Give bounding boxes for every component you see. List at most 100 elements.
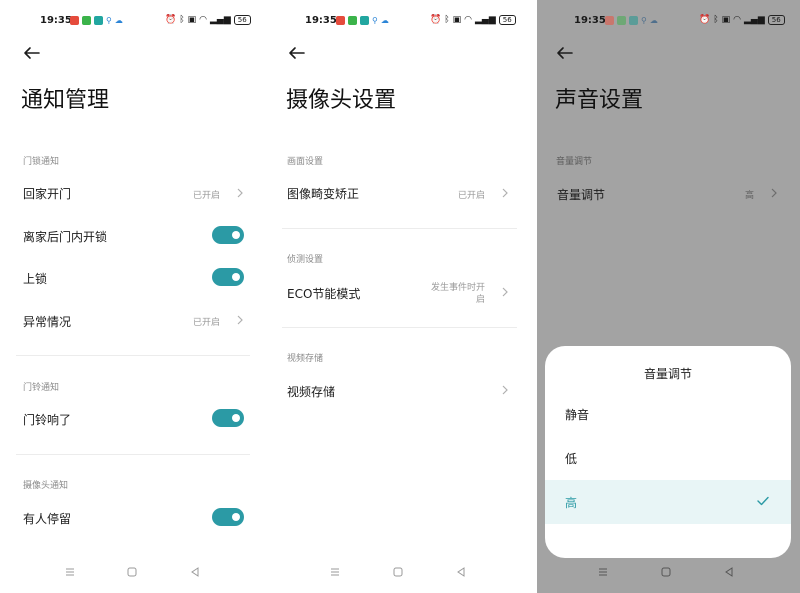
- wifi-icon: ◠: [464, 15, 472, 25]
- toggle-knob: [232, 273, 240, 281]
- app-notification-icon: [94, 16, 103, 25]
- row-value-home-open: 已开启: [192, 191, 220, 201]
- nfc-icon: ▣: [721, 15, 731, 25]
- cloud-icon: ☁: [114, 16, 123, 25]
- section-header-detect: 侦测设置: [287, 255, 324, 265]
- status-bar: 19:35 ⚲ ☁ ⏰ ᛒ ▣ ◠ ▂▄▆ 56: [0, 14, 262, 30]
- section-header-lock: 门锁通知: [23, 157, 60, 167]
- chevron-right-icon[interactable]: [501, 385, 509, 395]
- row-label-distortion[interactable]: 图像畸变矫正: [287, 185, 359, 202]
- menu-nav-icon[interactable]: [63, 565, 77, 579]
- volume-bottom-sheet: 音量调节 静音 低 高: [545, 346, 791, 558]
- menu-nav-icon[interactable]: [596, 565, 610, 579]
- home-nav-icon[interactable]: [125, 565, 139, 579]
- home-nav-icon[interactable]: [659, 565, 673, 579]
- back-nav-icon[interactable]: [722, 565, 736, 579]
- toggle-person-stay[interactable]: [212, 508, 244, 526]
- app-notification-icon: [70, 16, 79, 25]
- row-value-volume: 高: [744, 191, 754, 201]
- back-nav-icon[interactable]: [188, 565, 202, 579]
- row-label-video-storage[interactable]: 视频存储: [287, 383, 335, 400]
- option-label: 低: [565, 452, 578, 466]
- volume-option-mute[interactable]: 静音: [545, 392, 791, 436]
- app-notification-icon: [336, 16, 345, 25]
- status-app-icons: ⚲ ☁: [336, 16, 389, 25]
- nfc-icon: ▣: [452, 15, 462, 25]
- row-value-distortion: 已开启: [457, 191, 485, 201]
- page-title: 声音设置: [555, 88, 644, 113]
- status-time: 19:35: [305, 15, 337, 26]
- battery-icon: 56: [767, 15, 785, 25]
- signal-icon: ▂▄▆: [210, 15, 231, 25]
- toggle-leave-unlock[interactable]: [212, 226, 244, 244]
- home-nav-icon[interactable]: [391, 565, 405, 579]
- back-arrow-icon[interactable]: [287, 43, 307, 63]
- toggle-doorbell[interactable]: [212, 409, 244, 427]
- row-label-person-stay: 有人停留: [23, 512, 72, 526]
- row-label-doorbell: 门铃响了: [23, 413, 72, 427]
- chevron-right-icon[interactable]: [501, 188, 509, 198]
- page-title: 通知管理: [21, 88, 110, 113]
- volume-option-high[interactable]: 高: [545, 480, 791, 524]
- checkmark-icon: [757, 496, 769, 506]
- toggle-lock[interactable]: [212, 268, 244, 286]
- row-value-eco-line2: 启: [475, 295, 485, 305]
- search-icon: ⚲: [641, 16, 647, 25]
- app-notification-icon: [348, 16, 357, 25]
- status-time: 19:35: [574, 15, 606, 26]
- alarm-icon: ⏰: [699, 15, 711, 25]
- row-label-abnormal[interactable]: 异常情况: [23, 313, 71, 330]
- battery-icon: 56: [233, 15, 251, 25]
- chevron-right-icon[interactable]: [770, 188, 778, 198]
- app-notification-icon: [360, 16, 369, 25]
- option-label: 静音: [565, 408, 590, 422]
- wifi-icon: ◠: [733, 15, 741, 25]
- bluetooth-icon: ᛒ: [444, 15, 450, 25]
- page-title: 摄像头设置: [286, 88, 397, 113]
- signal-icon: ▂▄▆: [475, 15, 496, 25]
- camera-settings-screen: 19:35 ⚲ ☁ ⏰ ᛒ ▣ ◠ ▂▄▆ 56 摄像头设置 画面设置 图像畸变…: [268, 0, 531, 593]
- signal-icon: ▂▄▆: [744, 15, 765, 25]
- section-header-doorbell: 门铃通知: [23, 383, 60, 393]
- system-nav-bar: [0, 565, 262, 581]
- status-system-icons: ⏰ ᛒ ▣ ◠ ▂▄▆ 56: [430, 15, 516, 25]
- cloud-icon: ☁: [649, 16, 658, 25]
- app-notification-icon: [82, 16, 91, 25]
- section-header-camera: 摄像头通知: [23, 481, 69, 491]
- menu-nav-icon[interactable]: [328, 565, 342, 579]
- row-label-lock: 上锁: [23, 272, 48, 286]
- section-header-storage: 视频存储: [287, 354, 324, 364]
- toggle-knob: [232, 414, 240, 422]
- wifi-icon: ◠: [199, 15, 207, 25]
- app-notification-icon: [617, 16, 626, 25]
- volume-option-low[interactable]: 低: [545, 436, 791, 480]
- status-app-icons: ⚲ ☁: [605, 16, 658, 25]
- row-value-abnormal: 已开启: [192, 318, 220, 328]
- toggle-knob: [232, 513, 240, 521]
- divider: [282, 327, 517, 328]
- bluetooth-icon: ᛒ: [179, 15, 185, 25]
- status-time: 19:35: [40, 15, 72, 26]
- status-bar: 19:35 ⚲ ☁ ⏰ ᛒ ▣ ◠ ▂▄▆ 56: [268, 14, 531, 30]
- divider: [16, 355, 250, 356]
- system-nav-bar: [268, 565, 531, 581]
- chevron-right-icon[interactable]: [236, 315, 244, 325]
- status-system-icons: ⏰ ᛒ ▣ ◠ ▂▄▆ 56: [699, 15, 785, 25]
- row-label-home-open[interactable]: 回家开门: [23, 185, 71, 202]
- bluetooth-icon: ᛒ: [713, 15, 719, 25]
- back-arrow-icon[interactable]: [555, 43, 575, 63]
- back-arrow-icon[interactable]: [22, 43, 42, 63]
- notification-settings-screen: 19:35 ⚲ ☁ ⏰ ᛒ ▣ ◠ ▂▄▆ 56 通知管理 门锁通知 回家开门 …: [0, 0, 262, 593]
- sound-settings-screen: 19:35 ⚲ ☁ ⏰ ᛒ ▣ ◠ ▂▄▆ 56 声音设置 音量调节 音量调节 …: [537, 0, 800, 593]
- section-header-volume: 音量调节: [556, 157, 593, 167]
- search-icon: ⚲: [106, 16, 112, 25]
- battery-icon: 56: [498, 15, 516, 25]
- alarm-icon: ⏰: [430, 15, 442, 25]
- divider: [282, 228, 517, 229]
- back-nav-icon[interactable]: [454, 565, 468, 579]
- option-label: 高: [565, 496, 578, 510]
- chevron-right-icon[interactable]: [236, 188, 244, 198]
- row-label-eco[interactable]: ECO节能模式: [287, 285, 360, 302]
- chevron-right-icon[interactable]: [501, 287, 509, 297]
- row-label-volume[interactable]: 音量调节: [557, 186, 605, 203]
